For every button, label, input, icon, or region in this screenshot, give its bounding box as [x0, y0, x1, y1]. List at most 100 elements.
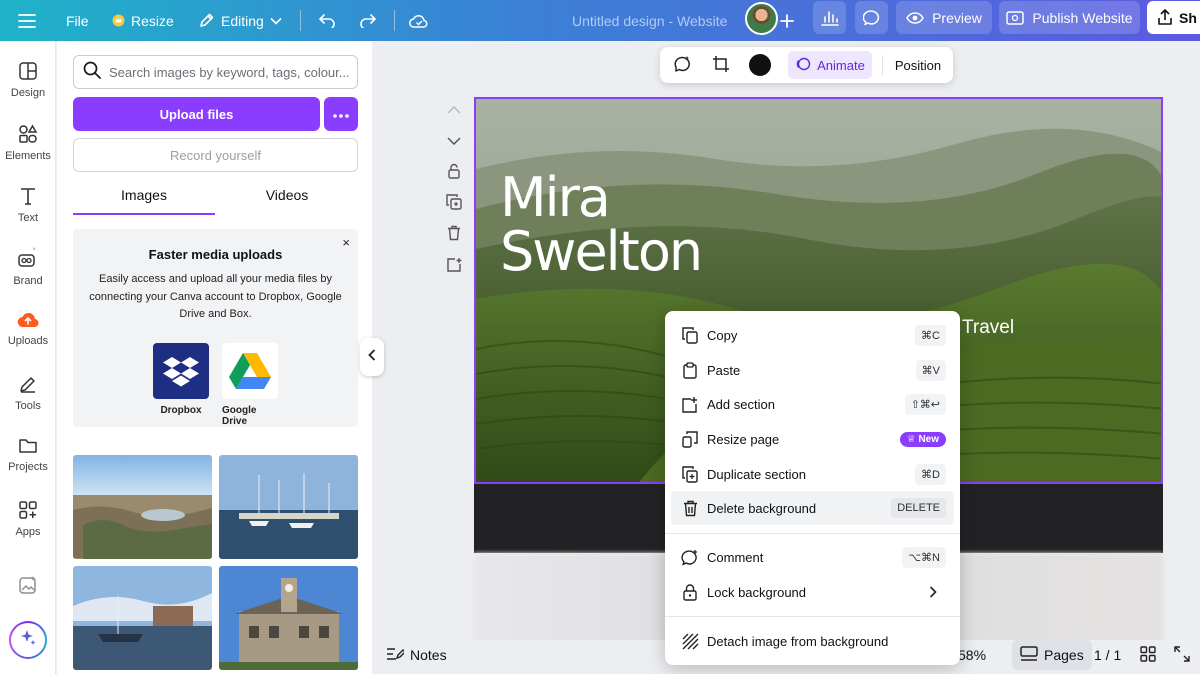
resize-button[interactable]: Resize — [112, 0, 174, 41]
rail-item-brand[interactable]: Brand — [0, 245, 56, 287]
top-bar: File Resize Editing Untitled design - We… — [0, 0, 1200, 41]
color-swatch — [749, 54, 771, 76]
hero-name-line: Swelton — [500, 220, 703, 283]
crop-button[interactable] — [704, 47, 738, 83]
pages-button[interactable]: Pages — [1012, 640, 1092, 670]
folder-icon — [18, 437, 38, 455]
add-collaborator-button[interactable] — [780, 0, 794, 41]
magic-assistant-button[interactable] — [9, 621, 47, 659]
menu-item-paste[interactable]: Paste ⌘V — [671, 353, 954, 387]
animate-label: Animate — [817, 57, 865, 73]
record-yourself-button[interactable]: Record yourself — [73, 138, 358, 172]
share-button[interactable]: Sh — [1147, 1, 1200, 34]
brand-icon — [15, 245, 41, 269]
menu-label: Comment — [707, 549, 764, 565]
chevron-up-icon — [447, 101, 461, 119]
rail-item-design[interactable]: Design — [0, 61, 56, 99]
crop-icon — [712, 55, 730, 76]
menu-divider — [665, 533, 960, 534]
notes-label: Notes — [410, 647, 447, 663]
rail-item-elements[interactable]: Elements — [0, 124, 56, 162]
replace-button[interactable] — [666, 47, 700, 83]
file-menu[interactable]: File — [66, 0, 89, 41]
image-thumbnail[interactable] — [219, 566, 358, 670]
share-label: Sh — [1179, 9, 1197, 26]
search-box[interactable] — [73, 55, 358, 89]
upload-files-button[interactable]: Upload files — [73, 97, 320, 131]
hero-subtitle[interactable]: Travel — [962, 317, 1014, 339]
redo-button[interactable] — [359, 0, 377, 41]
design-title[interactable]: Untitled design - Website — [572, 0, 727, 41]
crown-icon — [112, 14, 125, 27]
rail-item-text[interactable]: Text — [0, 186, 56, 224]
image-thumbnail[interactable] — [73, 566, 212, 670]
zoom-level[interactable]: 58% — [958, 640, 986, 670]
avatar[interactable] — [745, 2, 778, 35]
rail-item-uploads[interactable]: Uploads — [0, 311, 56, 347]
dropbox-connect[interactable]: Dropbox — [153, 343, 209, 416]
plus-icon — [780, 13, 794, 28]
menu-item-duplicate-section[interactable]: Duplicate section ⌘D — [671, 457, 954, 491]
image-thumbnail[interactable] — [219, 455, 358, 559]
rail-item-projects[interactable]: Projects — [0, 437, 56, 473]
shortcut-badge: ⌘D — [915, 463, 946, 485]
add-page-icon — [446, 257, 462, 278]
image-sparkle-icon — [18, 575, 38, 595]
more-options-button[interactable] — [324, 97, 358, 131]
grid-view-button[interactable] — [1140, 640, 1156, 670]
copy-icon — [679, 326, 701, 344]
hero-name[interactable]: Mira Swelton — [500, 171, 703, 283]
add-section-icon — [679, 396, 701, 413]
comments-button[interactable] — [855, 1, 888, 34]
editing-mode-dropdown[interactable]: Editing — [198, 0, 282, 41]
duplicate-page-button[interactable] — [444, 193, 464, 214]
menu-item-delete-background[interactable]: Delete background DELETE — [671, 491, 954, 525]
toolbar-divider — [300, 10, 301, 31]
menu-label: Detach image from background — [707, 633, 889, 649]
delete-page-button[interactable] — [444, 225, 464, 245]
insights-button[interactable] — [813, 1, 846, 34]
pen-icon — [18, 374, 38, 394]
undo-button[interactable] — [318, 0, 336, 41]
preview-button[interactable]: Preview — [896, 1, 992, 34]
menu-label: Copy — [707, 327, 738, 343]
undo-icon — [318, 13, 336, 28]
lock-page-button[interactable] — [444, 163, 464, 183]
save-status-button[interactable] — [409, 0, 429, 41]
move-down-button[interactable] — [444, 131, 464, 151]
menu-item-copy[interactable]: Copy ⌘C — [671, 318, 954, 352]
rail-label: Brand — [13, 275, 43, 287]
rail-item-recent-image[interactable] — [0, 575, 56, 595]
menu-item-comment[interactable]: Comment ⌥⌘N — [671, 540, 954, 574]
shortcut-badge: ⌥⌘N — [902, 546, 946, 568]
rail-item-apps[interactable]: Apps — [0, 500, 56, 538]
search-input[interactable] — [109, 64, 354, 80]
menu-item-lock-background[interactable]: Lock background — [671, 575, 954, 609]
collapse-panel-button[interactable] — [360, 338, 384, 376]
move-up-button[interactable] — [444, 100, 464, 120]
image-thumbnail[interactable] — [73, 455, 212, 559]
menu-item-detach-image[interactable]: Detach image from background — [671, 624, 954, 658]
rail-item-tools[interactable]: Tools — [0, 374, 56, 412]
position-button[interactable]: Position — [888, 47, 948, 83]
promo-body: Easily access and upload all your media … — [89, 273, 342, 320]
rail-label: Design — [10, 87, 46, 99]
service-label: Google Drive — [222, 405, 257, 427]
add-page-button[interactable] — [444, 257, 464, 277]
notes-button[interactable]: Notes — [386, 640, 447, 670]
bar-chart-icon — [820, 10, 839, 26]
color-picker-button[interactable] — [744, 47, 776, 83]
google-drive-connect[interactable]: Google Drive — [222, 343, 278, 427]
fullscreen-button[interactable] — [1174, 640, 1190, 670]
tab-images[interactable]: Images — [73, 187, 215, 215]
publish-website-button[interactable]: Publish Website — [999, 1, 1140, 34]
tab-videos[interactable]: Videos — [216, 187, 358, 215]
animate-button[interactable]: Animate — [788, 51, 872, 79]
menu-button[interactable] — [18, 0, 36, 41]
share-icon — [1157, 9, 1173, 26]
lock-icon — [679, 583, 701, 601]
chevron-left-icon — [368, 348, 376, 366]
menu-item-add-section[interactable]: Add section ⇧⌘↩ — [671, 387, 954, 421]
menu-item-resize-page[interactable]: Resize page ♕ New — [671, 422, 954, 456]
eye-icon — [906, 11, 924, 24]
